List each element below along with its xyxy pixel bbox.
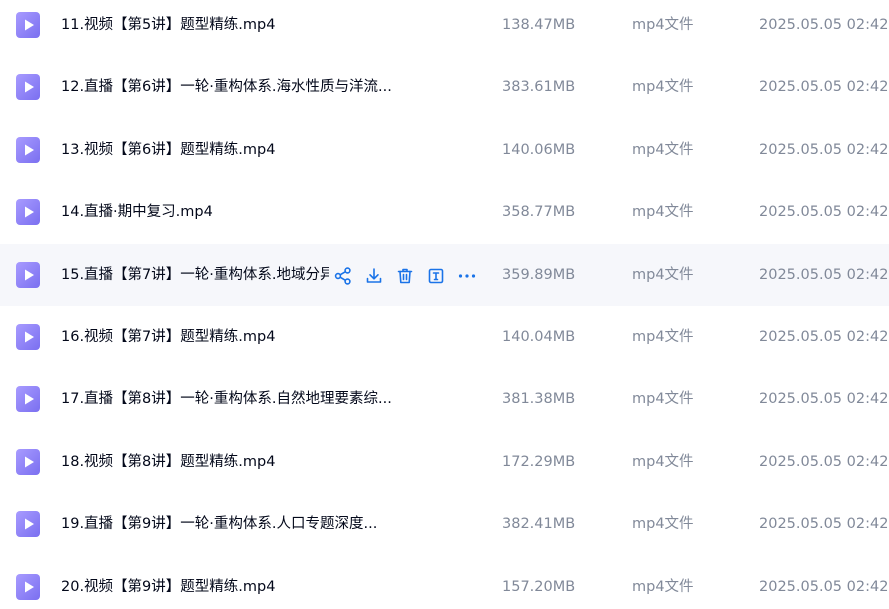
- file-name[interactable]: 17.直播【第8讲】一轮·重构体系.自然地理要素综...: [61, 368, 392, 430]
- video-file-icon: [16, 323, 40, 350]
- file-date: 2025.05.05 02:42: [759, 328, 889, 345]
- delete-icon[interactable]: [395, 266, 415, 286]
- file-size: 172.29MB: [502, 453, 576, 470]
- file-size: 358.77MB: [502, 204, 576, 221]
- file-name[interactable]: 15.直播【第7讲】一轮·重构体系.地域分异: [61, 244, 329, 306]
- file-size: 138.47MB: [502, 17, 576, 33]
- video-file-icon: [16, 261, 40, 288]
- file-list: 11.视频【第5讲】题型精练.mp4 138.47MB mp4文件 2025.0…: [0, 0, 889, 603]
- file-size: 140.06MB: [502, 141, 576, 158]
- file-type: mp4文件: [632, 453, 694, 470]
- file-row[interactable]: 18.视频【第8讲】题型精练.mp4 172.29MB mp4文件 2025.0…: [0, 431, 889, 493]
- file-name[interactable]: 13.视频【第6讲】题型精练.mp4: [61, 119, 275, 181]
- file-size: 140.04MB: [502, 328, 576, 345]
- row-actions: [333, 266, 477, 286]
- file-size: 381.38MB: [502, 391, 576, 408]
- file-type: mp4文件: [632, 79, 694, 96]
- file-size: 359.89MB: [502, 266, 576, 283]
- file-name[interactable]: 19.直播【第9讲】一轮·重构体系.人口专题深度...: [61, 493, 377, 555]
- share-icon[interactable]: [333, 266, 353, 286]
- file-size: 157.20MB: [502, 578, 576, 595]
- video-file-icon: [16, 573, 40, 600]
- video-file-icon: [16, 199, 40, 226]
- file-row[interactable]: 13.视频【第6讲】题型精练.mp4 140.06MB mp4文件 2025.0…: [0, 119, 889, 181]
- file-name[interactable]: 16.视频【第7讲】题型精练.mp4: [61, 306, 275, 368]
- file-row[interactable]: 17.直播【第8讲】一轮·重构体系.自然地理要素综... 381.38MB mp…: [0, 368, 889, 430]
- file-row[interactable]: 14.直播·期中复习.mp4 358.77MB mp4文件 2025.05.05…: [0, 181, 889, 243]
- file-date: 2025.05.05 02:42: [759, 266, 889, 283]
- file-type: mp4文件: [632, 578, 694, 595]
- video-file-icon: [16, 386, 40, 413]
- video-file-icon: [16, 448, 40, 475]
- file-type: mp4文件: [632, 141, 694, 158]
- file-row[interactable]: 20.视频【第9讲】题型精练.mp4 157.20MB mp4文件 2025.0…: [0, 556, 889, 609]
- file-size: 383.61MB: [502, 79, 576, 96]
- file-row[interactable]: 19.直播【第9讲】一轮·重构体系.人口专题深度... 382.41MB mp4…: [0, 493, 889, 555]
- file-type: mp4文件: [632, 204, 694, 221]
- file-date: 2025.05.05 02:42: [759, 578, 889, 595]
- video-file-icon: [16, 136, 40, 163]
- file-date: 2025.05.05 02:42: [759, 79, 889, 96]
- file-name[interactable]: 14.直播·期中复习.mp4: [61, 181, 213, 243]
- download-icon[interactable]: [364, 266, 384, 286]
- rename-icon[interactable]: [426, 266, 446, 286]
- file-row-hovered[interactable]: 15.直播【第7讲】一轮·重构体系.地域分异 359.89MB mp4文件 20…: [0, 243, 889, 306]
- file-name[interactable]: 11.视频【第5讲】题型精练.mp4: [61, 0, 275, 56]
- file-date: 2025.05.05 02:42: [759, 17, 889, 33]
- file-name[interactable]: 20.视频【第9讲】题型精练.mp4: [61, 556, 275, 609]
- video-file-icon: [16, 12, 40, 38]
- file-row[interactable]: 12.直播【第6讲】一轮·重构体系.海水性质与洋流... 383.61MB mp…: [0, 56, 889, 118]
- file-type: mp4文件: [632, 391, 694, 408]
- file-name[interactable]: 18.视频【第8讲】题型精练.mp4: [61, 431, 275, 493]
- video-file-icon: [16, 511, 40, 538]
- file-date: 2025.05.05 02:42: [759, 453, 889, 470]
- file-row[interactable]: 16.视频【第7讲】题型精练.mp4 140.04MB mp4文件 2025.0…: [0, 306, 889, 368]
- video-file-icon: [16, 74, 40, 101]
- file-name[interactable]: 12.直播【第6讲】一轮·重构体系.海水性质与洋流...: [61, 56, 392, 118]
- file-type: mp4文件: [632, 516, 694, 533]
- file-type: mp4文件: [632, 328, 694, 345]
- file-date: 2025.05.05 02:42: [759, 204, 889, 221]
- file-date: 2025.05.05 02:42: [759, 391, 889, 408]
- file-size: 382.41MB: [502, 516, 576, 533]
- file-row[interactable]: 11.视频【第5讲】题型精练.mp4 138.47MB mp4文件 2025.0…: [0, 0, 889, 56]
- file-type: mp4文件: [632, 17, 694, 33]
- file-date: 2025.05.05 02:42: [759, 141, 889, 158]
- file-date: 2025.05.05 02:42: [759, 516, 889, 533]
- file-type: mp4文件: [632, 266, 694, 283]
- more-icon[interactable]: [457, 266, 477, 286]
